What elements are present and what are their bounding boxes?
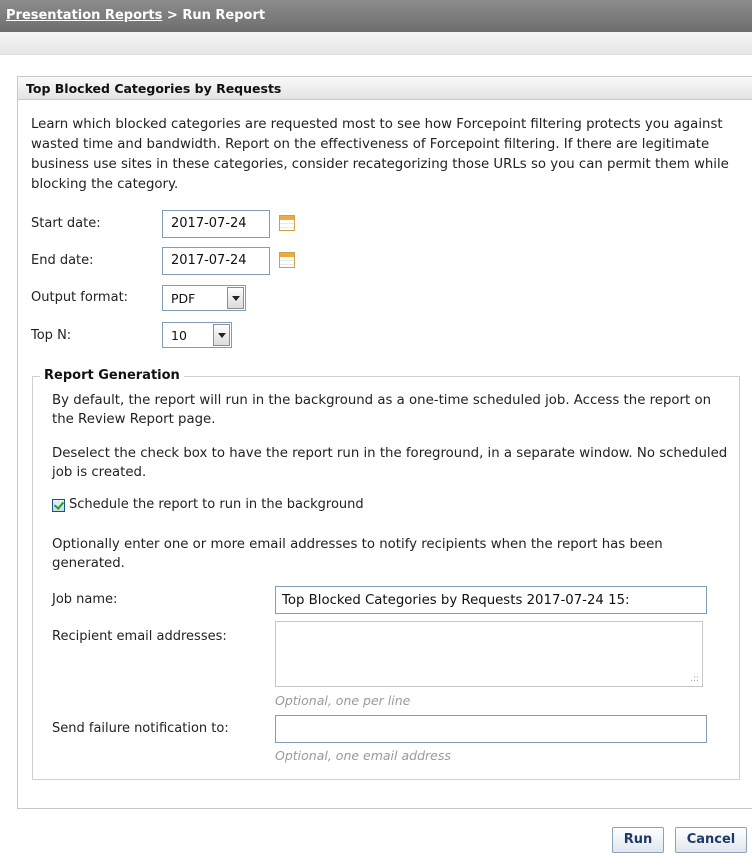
recipient-emails-hint: Optional, one per line [275, 693, 411, 708]
start-date-label: Start date: [31, 216, 101, 231]
job-name-input[interactable]: Top Blocked Categories by Requests 2017-… [275, 586, 707, 614]
cancel-button[interactable]: Cancel [675, 827, 747, 853]
top-n-select[interactable]: 10 [162, 322, 232, 348]
start-date-input[interactable]: 2017-07-24 [162, 210, 270, 238]
failure-notification-input[interactable] [275, 715, 707, 743]
recipient-emails-textarea[interactable]: .:: [275, 621, 703, 687]
top-n-value: 10 [171, 328, 187, 343]
notify-text: Optionally enter one or more email addre… [52, 537, 663, 571]
breadcrumb: Presentation Reports > Run Report [6, 8, 265, 23]
schedule-background-label[interactable]: Schedule the report to run in the backgr… [69, 497, 364, 512]
calendar-icon[interactable] [279, 252, 295, 268]
job-name-label: Job name: [52, 592, 118, 607]
foreground-text: Deselect the check box to have the repor… [52, 446, 728, 480]
end-date-input[interactable]: 2017-07-24 [162, 247, 270, 275]
breadcrumb-link-presentation-reports[interactable]: Presentation Reports [6, 8, 162, 23]
calendar-icon[interactable] [279, 215, 295, 231]
run-button[interactable]: Run [612, 827, 664, 853]
panel-title-bar: Top Blocked Categories by Requests [18, 77, 752, 100]
top-header-bar: Presentation Reports > Run Report [0, 0, 752, 32]
failure-notification-label: Send failure notification to: [52, 721, 229, 736]
breadcrumb-current: Run Report [182, 8, 266, 23]
report-description: Learn which blocked categories are reque… [31, 117, 729, 192]
output-format-label: Output format: [31, 290, 129, 305]
failure-notification-hint: Optional, one email address [275, 748, 451, 763]
top-n-label: Top N: [31, 328, 72, 343]
chevron-down-icon[interactable] [213, 324, 230, 346]
toolbar-strip [0, 32, 752, 55]
schedule-background-checkbox[interactable] [52, 499, 65, 512]
report-generation-legend: Report Generation [40, 368, 184, 383]
chevron-down-icon[interactable] [227, 287, 244, 309]
panel-title: Top Blocked Categories by Requests [26, 81, 282, 96]
recipient-emails-label: Recipient email addresses: [52, 629, 227, 644]
background-job-text: By default, the report will run in the b… [52, 393, 712, 427]
breadcrumb-separator: > [162, 8, 183, 23]
resize-grip-icon[interactable]: .:: [690, 674, 699, 684]
end-date-label: End date: [31, 253, 94, 268]
output-format-value: PDF [171, 291, 196, 306]
output-format-select[interactable]: PDF [162, 285, 246, 311]
